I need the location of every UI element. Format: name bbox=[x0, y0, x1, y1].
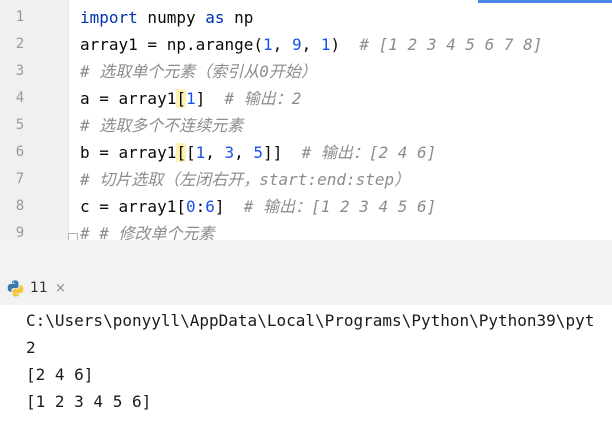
code-editor[interactable]: 1 import numpy as np 2 array1 = np.arange(1… bbox=[0, 0, 612, 240]
code-token: ] bbox=[195, 89, 225, 108]
code-number: 1 bbox=[195, 143, 206, 162]
code-text[interactable]: b = array1[[1, 3, 5]] # 输出：[2 4 6] bbox=[80, 139, 436, 166]
code-token: , bbox=[301, 35, 321, 54]
line-number: 4 bbox=[15, 90, 25, 106]
python-icon bbox=[7, 280, 24, 297]
code-token: [ bbox=[185, 143, 196, 162]
code-comment: # 切片选取（左闭右开，start:end:step） bbox=[80, 170, 411, 189]
editor-top-accent bbox=[478, 0, 612, 3]
code-number: 6 bbox=[205, 197, 215, 216]
code-token: ) bbox=[330, 35, 360, 54]
line-number: 5 bbox=[15, 117, 25, 133]
code-text[interactable]: array1 = np.arange(1, 9, 1) # [1 2 3 4 5… bbox=[80, 31, 542, 58]
code-keyword: as bbox=[205, 8, 225, 27]
code-number: 1 bbox=[263, 35, 273, 54]
code-token: array1 = np.arange( bbox=[80, 35, 264, 54]
code-line[interactable]: 8 c = array1[0:6] # 输出：[1 2 3 4 5 6] bbox=[0, 193, 612, 220]
code-token: numpy bbox=[137, 8, 206, 27]
console-line: 2 bbox=[26, 338, 36, 357]
code-keyword: import bbox=[80, 8, 138, 27]
run-tool-window-tabbar: 11 × bbox=[0, 272, 612, 306]
fold-marker-icon[interactable] bbox=[68, 233, 78, 240]
line-number: 9 bbox=[15, 225, 25, 240]
line-number: 6 bbox=[15, 144, 25, 160]
code-comment: # # 修改单个元素 bbox=[80, 224, 215, 240]
code-token: b = array1 bbox=[80, 143, 177, 162]
code-number: 5 bbox=[253, 143, 264, 162]
code-line[interactable]: 2 array1 = np.arange(1, 9, 1) # [1 2 3 4 … bbox=[0, 31, 612, 58]
code-token: [ bbox=[176, 89, 186, 108]
code-text[interactable]: # # 修改单个元素 bbox=[80, 220, 215, 240]
code-comment: # 选取多个不连续元素 bbox=[80, 116, 244, 135]
code-line[interactable]: 6b = array1[[1, 3, 5]] # 输出：[2 4 6] bbox=[0, 139, 612, 166]
console-line: [1 2 3 4 5 6] bbox=[26, 392, 152, 411]
console-output[interactable]: C:\Users\ponyyll\AppData\Local\Programs\… bbox=[0, 305, 612, 436]
code-token: : bbox=[195, 197, 206, 216]
code-text[interactable]: c = array1[0:6] # 输出：[1 2 3 4 5 6] bbox=[80, 193, 436, 220]
line-number: 1 bbox=[15, 9, 25, 25]
console-line: [2 4 6] bbox=[26, 365, 94, 384]
code-comment: # 输出：[2 4 6] bbox=[301, 143, 437, 162]
code-token: , bbox=[272, 35, 292, 54]
code-number: 9 bbox=[291, 35, 302, 54]
code-line[interactable]: 7 # 切片选取（左闭右开，start:end:step） bbox=[0, 166, 612, 193]
code-text[interactable]: # 切片选取（左闭右开，start:end:step） bbox=[80, 166, 410, 193]
line-number: 3 bbox=[15, 63, 25, 79]
code-line[interactable]: 4 a = array1[1] # 输出：2 bbox=[0, 85, 612, 112]
run-tab-label: 11 bbox=[30, 280, 48, 296]
code-number: 1 bbox=[185, 89, 196, 108]
panel-divider[interactable] bbox=[0, 240, 612, 273]
code-token: a = array1 bbox=[80, 89, 177, 108]
code-comment: # [1 2 3 4 5 6 7 8] bbox=[359, 35, 543, 54]
code-number: 0 bbox=[185, 197, 196, 216]
code-token: ] bbox=[214, 197, 244, 216]
code-number: 3 bbox=[224, 143, 235, 162]
code-token: ]] bbox=[263, 143, 302, 162]
console-line: C:\Users\ponyyll\AppData\Local\Programs\… bbox=[26, 311, 595, 330]
code-line[interactable]: 1 import numpy as np bbox=[0, 4, 612, 31]
code-token: , bbox=[205, 143, 225, 162]
run-tab[interactable]: 11 × bbox=[0, 272, 80, 305]
code-line[interactable]: 3 # 选取单个元素（索引从0开始） bbox=[0, 58, 612, 85]
code-text[interactable]: a = array1[1] # 输出：2 bbox=[80, 85, 301, 112]
code-line[interactable]: 9 # # 修改单个元素 bbox=[0, 220, 612, 240]
code-comment: # 输出：[1 2 3 4 5 6] bbox=[243, 197, 437, 216]
code-comment: # 输出：2 bbox=[224, 89, 302, 108]
line-number: 7 bbox=[15, 171, 25, 187]
line-number: 8 bbox=[15, 198, 25, 214]
code-token: c = array1[ bbox=[80, 197, 186, 216]
line-number: 2 bbox=[15, 36, 25, 52]
code-text[interactable]: import numpy as np bbox=[80, 4, 253, 31]
code-text[interactable]: # 选取单个元素（索引从0开始） bbox=[80, 58, 317, 85]
code-token: , bbox=[234, 143, 254, 162]
code-line[interactable]: 5 # 选取多个不连续元素 bbox=[0, 112, 612, 139]
close-tab-icon[interactable]: × bbox=[55, 272, 66, 305]
code-token: [ bbox=[176, 143, 186, 162]
code-comment: # 选取单个元素（索引从0开始） bbox=[80, 62, 317, 81]
code-token: np bbox=[224, 8, 254, 27]
code-text[interactable]: # 选取多个不连续元素 bbox=[80, 112, 243, 139]
